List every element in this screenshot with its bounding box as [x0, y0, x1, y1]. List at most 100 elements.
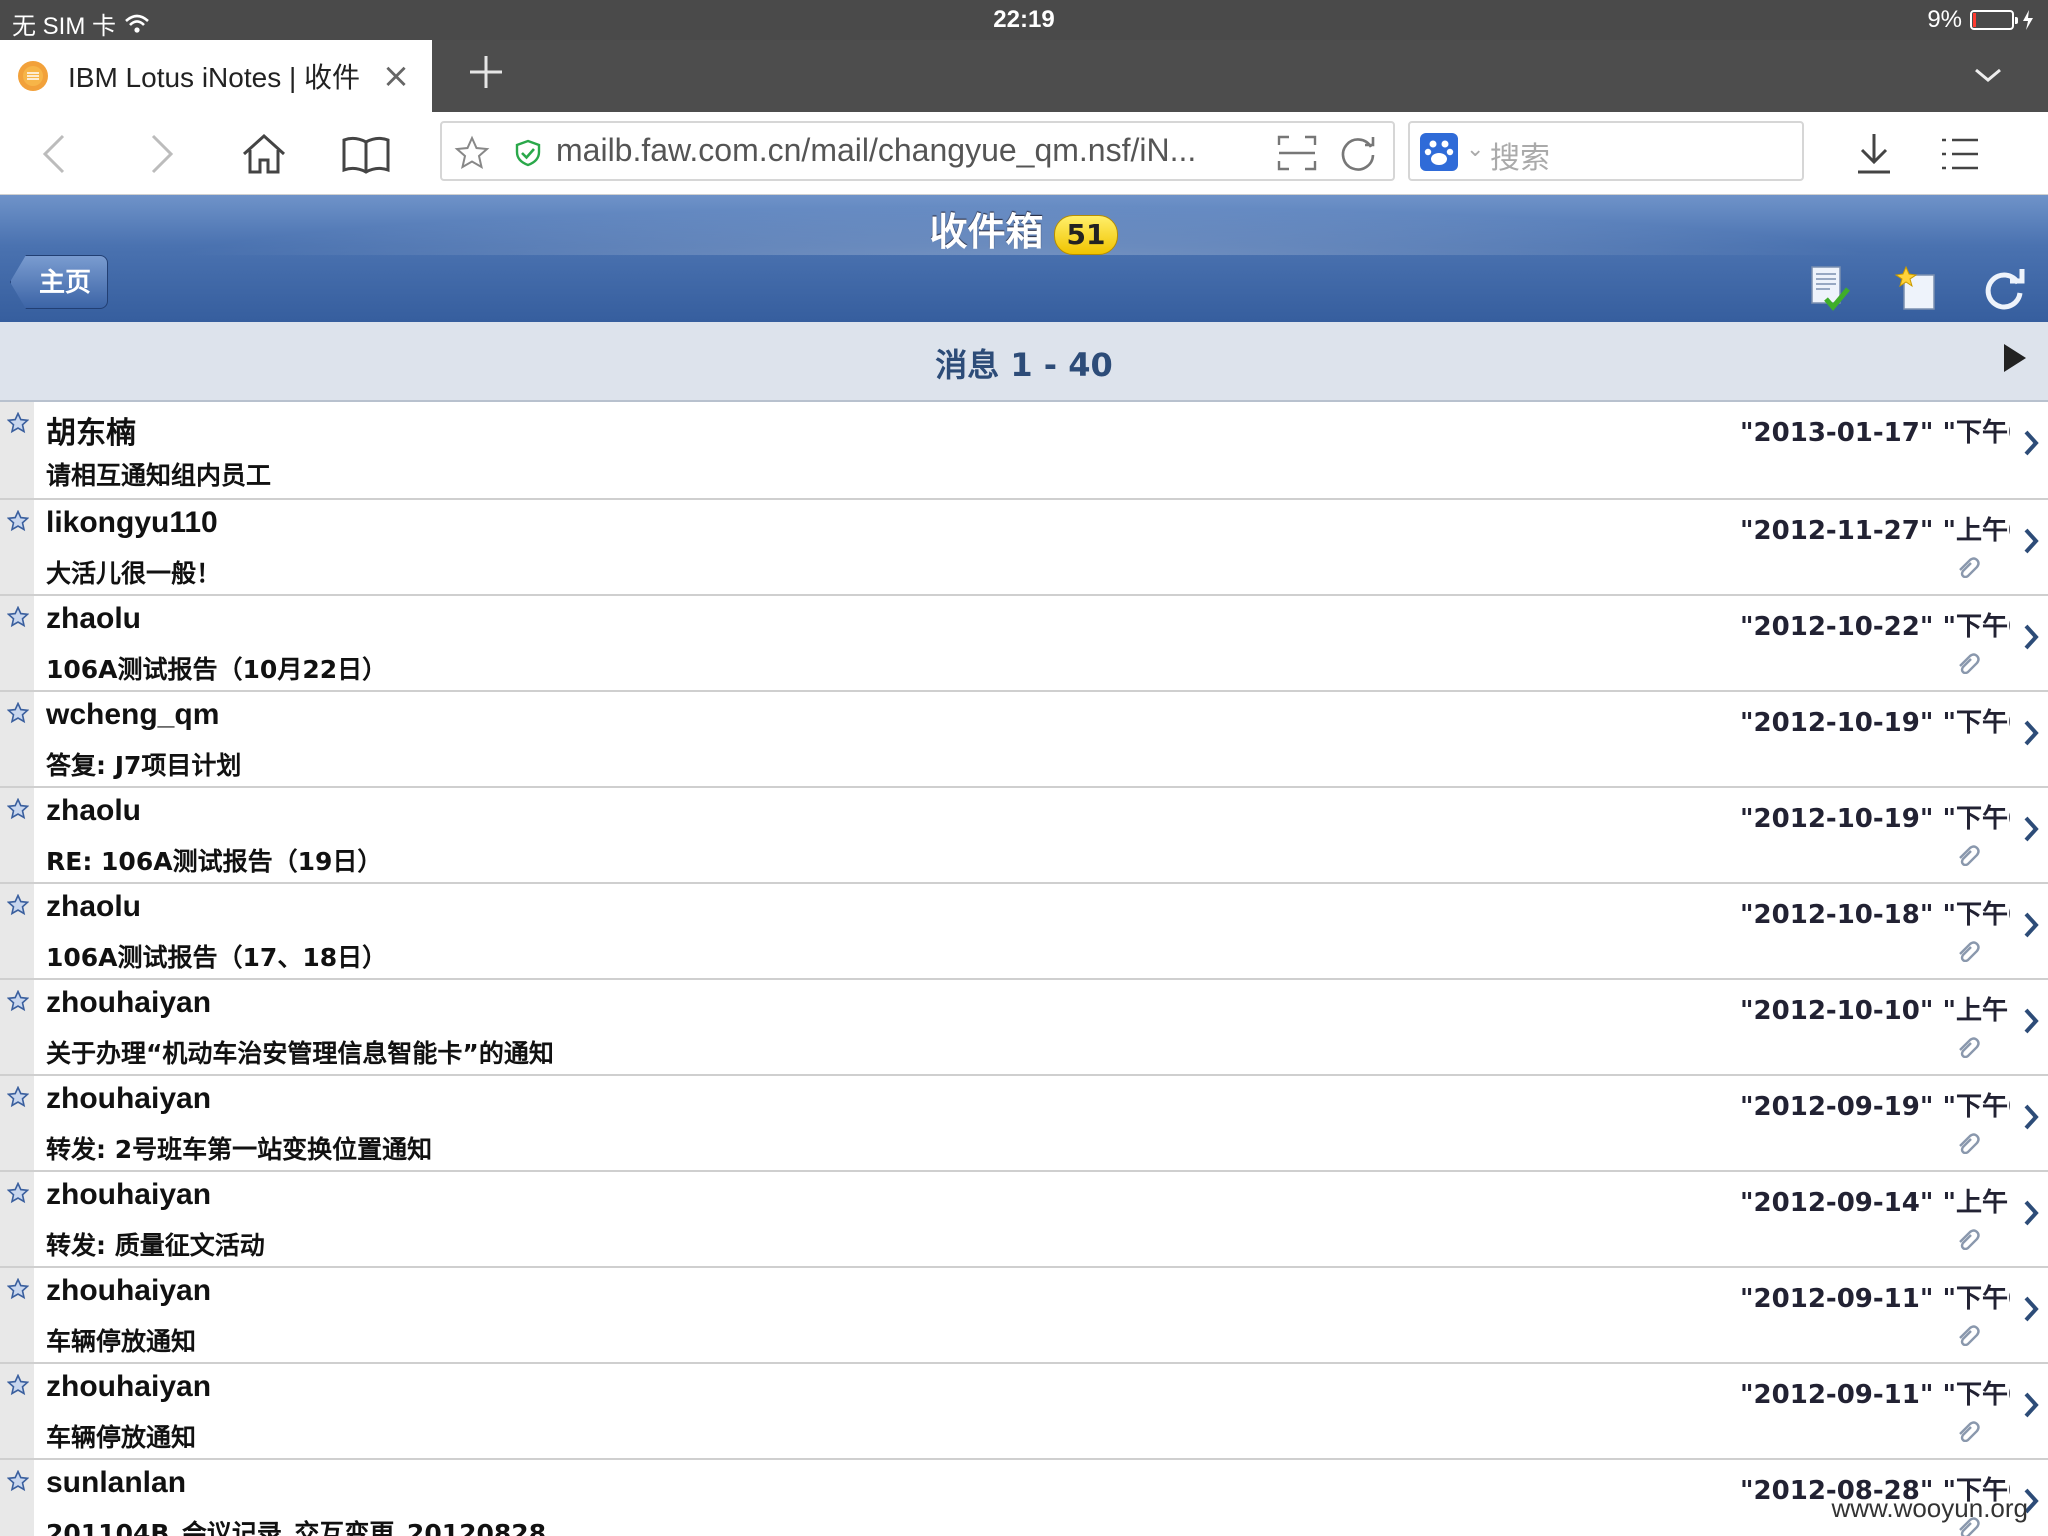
tab-close-icon[interactable]: ×: [378, 58, 414, 94]
star-icon[interactable]: [6, 605, 30, 632]
back-button[interactable]: [28, 128, 80, 180]
message-subject: 请相互通知组内员工: [46, 461, 272, 490]
chevron-right-icon[interactable]: [2022, 526, 2040, 560]
forward-button[interactable]: [136, 128, 188, 180]
message-subject: 转发: 2号班车第一站变换位置通知: [46, 1135, 433, 1164]
message-row[interactable]: zhaolu RE: 106A测试报告（19日） "2012-10-19" "下午0…: [0, 788, 2048, 884]
inbox-header: 收件箱 51 主页: [0, 195, 2048, 322]
scan-icon[interactable]: [1277, 135, 1317, 171]
message-date: "2012-10-19" "下午03: [1740, 804, 2010, 834]
message-sender: zhaolu: [46, 890, 141, 923]
battery-icon: [1970, 10, 2018, 30]
message-row[interactable]: zhaolu 106A测试报告（17、18日） "2012-10-18" "下午04: [0, 884, 2048, 980]
status-right: 9%: [1927, 6, 2034, 34]
chevron-right-icon[interactable]: [2022, 718, 2040, 752]
secure-shield-icon: [515, 139, 541, 167]
download-button[interactable]: [1848, 128, 1900, 180]
home-button[interactable]: [238, 128, 290, 180]
reload-icon[interactable]: [1337, 133, 1379, 173]
message-row[interactable]: likongyu110 大活儿很一般！ "2012-11-27" "上午08:: [0, 500, 2048, 596]
next-page-icon[interactable]: [2004, 344, 2026, 372]
message-subject: 大活儿很一般！: [46, 559, 222, 588]
star-icon[interactable]: [6, 701, 30, 728]
ibm-favicon-icon: [18, 61, 48, 91]
message-date: "2012-09-11" "下午04:: [1740, 1284, 2010, 1314]
favicon-mark-icon: [23, 66, 43, 86]
star-icon[interactable]: [6, 1469, 30, 1496]
attachment-icon: [1956, 556, 1984, 582]
download-icon: [1858, 134, 1890, 174]
message-date: "2012-10-10" "上午10: [1740, 996, 2010, 1026]
attachment-icon: [1956, 1228, 1984, 1254]
message-date: "2013-01-17" "下午03: [1740, 418, 2010, 448]
chevron-right-icon[interactable]: [2022, 1390, 2040, 1424]
star-icon[interactable]: [6, 1277, 30, 1304]
refresh-icon[interactable]: [1980, 265, 2028, 313]
search-engine-chevron-icon[interactable]: ⌄: [1466, 137, 1484, 162]
message-subject: 答复: J7项目计划: [46, 751, 242, 780]
unread-count-badge: 51: [1053, 214, 1119, 255]
message-subject: 关于办理“机动车治安管理信息智能卡”的通知: [46, 1039, 554, 1068]
chevron-right-icon[interactable]: [2022, 1102, 2040, 1136]
home-icon: [242, 133, 286, 174]
message-subject: 车辆停放通知: [46, 1327, 197, 1356]
message-row[interactable]: zhouhaiyan 转发: 质量征文活动 "2012-09-14" "上午10: [0, 1172, 2048, 1268]
status-bar: 无 SIM 卡 22:19 9%: [0, 0, 2048, 40]
message-date: "2012-11-27" "上午08:: [1740, 516, 2010, 546]
home-nav-button[interactable]: 主页: [10, 255, 108, 309]
tab-list-chevron-icon[interactable]: [1968, 60, 2008, 92]
chevron-right-icon[interactable]: [2022, 1294, 2040, 1328]
message-row[interactable]: wcheng_qm 答复: J7项目计划 "2012-10-19" "下午03: [0, 692, 2048, 788]
message-sender: zhouhaiyan: [46, 1274, 212, 1307]
star-icon[interactable]: [6, 509, 30, 536]
search-bar[interactable]: ⌄ 搜索: [1408, 121, 1804, 181]
star-icon[interactable]: [6, 989, 30, 1016]
message-row[interactable]: zhouhaiyan 转发: 2号班车第一站变换位置通知 "2012-09-19" …: [0, 1076, 2048, 1172]
star-icon[interactable]: [6, 1085, 30, 1112]
chevron-right-icon[interactable]: [2022, 910, 2040, 944]
message-subject: 201104B_会议记录_交互变更_20120828: [46, 1519, 547, 1536]
message-subject: 106A测试报告（17、18日）: [46, 943, 388, 972]
star-icon[interactable]: [6, 411, 30, 438]
chevron-right-icon[interactable]: [2022, 1198, 2040, 1232]
message-list: 胡东楠请相互通知组内员工 "2013-01-17" "下午03 likongyu11…: [0, 402, 2048, 1536]
message-sender: zhaolu: [46, 602, 141, 635]
message-date: "2012-09-19" "下午04: [1740, 1092, 2010, 1122]
message-subject: 106A测试报告（10月22日）: [46, 655, 388, 684]
message-row[interactable]: zhouhaiyan 车辆停放通知 "2012-09-11" "下午04:: [0, 1268, 2048, 1364]
mark-read-icon[interactable]: [1806, 265, 1854, 313]
message-sender: zhouhaiyan: [46, 986, 212, 1019]
address-bar[interactable]: mailb.faw.com.cn/mail/changyue_qm.nsf/iN…: [440, 121, 1395, 181]
message-sender: likongyu110: [46, 506, 218, 539]
paw-glyph-icon: [1424, 140, 1454, 165]
baidu-paw-icon[interactable]: [1420, 133, 1458, 171]
chevron-right-icon[interactable]: [2022, 428, 2040, 462]
message-row[interactable]: zhaolu 106A测试报告（10月22日） "2012-10-22" "下午04: [0, 596, 2048, 692]
charging-icon: [2023, 10, 2033, 30]
message-row[interactable]: zhouhaiyan 车辆停放通知 "2012-09-11" "下午04:: [0, 1364, 2048, 1460]
message-date: "2012-09-11" "下午04:: [1740, 1380, 2010, 1410]
new-message-icon[interactable]: [1894, 265, 1942, 313]
attachment-icon: [1956, 844, 1984, 870]
plus-icon: [470, 56, 502, 88]
attachment-icon: [1956, 940, 1984, 966]
chevron-right-icon[interactable]: [2022, 814, 2040, 848]
book-icon: [342, 136, 390, 174]
star-icon[interactable]: [6, 1373, 30, 1400]
chevron-right-icon[interactable]: [2022, 622, 2040, 656]
browser-tab-active[interactable]: IBM Lotus iNotes | 收件 ×: [0, 40, 432, 112]
bookmarks-button[interactable]: [340, 128, 392, 180]
star-icon[interactable]: [6, 1181, 30, 1208]
new-tab-button[interactable]: [462, 52, 510, 100]
message-row[interactable]: zhouhaiyan 关于办理“机动车治安管理信息智能卡”的通知 "2012-10-…: [0, 980, 2048, 1076]
message-row[interactable]: sunlanlan 201104B_会议记录_交互变更_20120828 "2012…: [0, 1460, 2048, 1536]
message-subject: 转发: 质量征文活动: [46, 1231, 265, 1260]
message-sender: wcheng_qm: [46, 698, 220, 731]
message-row[interactable]: 胡东楠请相互通知组内员工 "2013-01-17" "下午03: [0, 402, 2048, 500]
bookmark-star-icon[interactable]: [454, 135, 490, 171]
star-icon[interactable]: [6, 893, 30, 920]
menu-button[interactable]: [1934, 128, 1986, 180]
message-sender: zhaolu: [46, 794, 141, 827]
star-icon[interactable]: [6, 797, 30, 824]
chevron-right-icon[interactable]: [2022, 1006, 2040, 1040]
